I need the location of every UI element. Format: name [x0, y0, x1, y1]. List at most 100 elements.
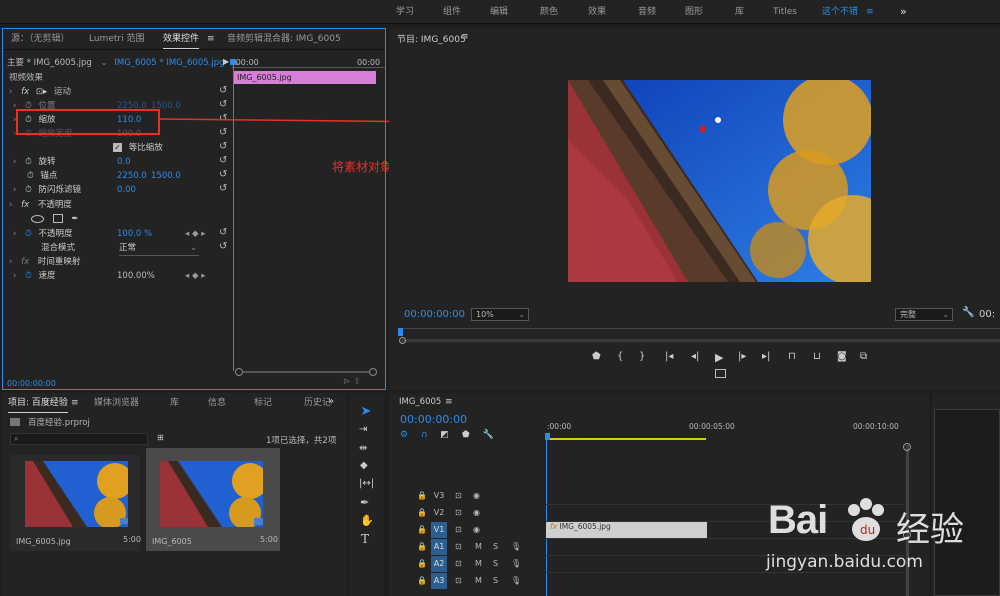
wrench-icon[interactable]: 🔧: [962, 307, 974, 318]
track-label[interactable]: A3: [431, 573, 447, 589]
anchor-x[interactable]: 2250.0: [117, 169, 147, 183]
effect-timecode[interactable]: 00:00:00:00: [7, 379, 56, 388]
reset-icon[interactable]: ↺: [219, 141, 227, 152]
anchor-y[interactable]: 1500.0: [151, 169, 181, 183]
rectangle-mask-icon[interactable]: [52, 214, 63, 223]
tab-info[interactable]: 信息: [208, 394, 226, 412]
compare-icon[interactable]: ⧉: [860, 351, 867, 362]
play-icon[interactable]: ▶: [715, 351, 723, 364]
tab-media-browser[interactable]: 媒体浏览器: [94, 394, 139, 412]
overflow-icon[interactable]: »: [328, 396, 334, 407]
track-label[interactable]: V2: [431, 505, 447, 521]
track-header-v1[interactable]: 🔒 V1 ⊡ ◉: [413, 522, 543, 538]
lock-icon[interactable]: 🔒: [417, 542, 427, 551]
lock-icon[interactable]: 🔒: [417, 491, 427, 500]
rotation-value[interactable]: 0.0: [117, 155, 131, 169]
eye-icon[interactable]: ◉: [473, 505, 480, 521]
solo-icon[interactable]: S: [493, 573, 498, 589]
go-to-out-icon[interactable]: ▸|: [762, 351, 770, 362]
reset-icon[interactable]: ↺: [219, 85, 227, 96]
lock-icon[interactable]: 🔒: [417, 508, 427, 517]
mute-icon[interactable]: M: [475, 539, 482, 555]
tab-effect-controls[interactable]: 效果控件: [163, 30, 200, 49]
workspace-editing[interactable]: 编辑: [490, 0, 508, 24]
stopwatch-icon[interactable]: ⏱: [27, 171, 34, 181]
razor-icon[interactable]: ◆: [360, 460, 368, 471]
uniform-scale-checkbox[interactable]: ✓: [113, 143, 122, 152]
microphone-icon[interactable]: 🎙: [511, 556, 521, 572]
type-tool-icon[interactable]: T: [361, 532, 369, 546]
workspace-libraries[interactable]: 库: [735, 0, 744, 24]
tab-libraries[interactable]: 库: [170, 394, 179, 412]
add-marker-icon[interactable]: ⬟: [462, 430, 470, 440]
solo-icon[interactable]: S: [493, 556, 498, 572]
slip-icon[interactable]: |↔|: [359, 478, 374, 489]
new-bin-icon[interactable]: ⊞: [157, 433, 164, 442]
ripple-edit-icon[interactable]: ⇹: [359, 443, 367, 454]
track-select-icon[interactable]: ⇥: [359, 424, 367, 435]
opacity-value[interactable]: 100.0 %: [117, 227, 152, 241]
playhead-handle[interactable]: [230, 59, 236, 65]
reset-icon[interactable]: ↺: [219, 155, 227, 166]
microphone-icon[interactable]: 🎙: [511, 539, 521, 555]
workspace-color[interactable]: 颜色: [540, 0, 558, 24]
zoom-select[interactable]: 10% ⌄: [471, 308, 529, 321]
fx-icon[interactable]: fx: [21, 87, 29, 97]
sync-lock-icon[interactable]: ⊡: [455, 556, 462, 572]
master-clip-label[interactable]: 主要 * IMG_6005.jpg: [7, 58, 92, 68]
microphone-icon[interactable]: 🎙: [511, 573, 521, 589]
tab-source[interactable]: 源：（无剪辑）: [11, 30, 70, 48]
tab-markers[interactable]: 标记: [254, 394, 272, 412]
sequence-clip-label[interactable]: IMG_6005 * IMG_6005.jpg: [114, 58, 224, 68]
program-zoom-bar[interactable]: [401, 339, 1000, 342]
quality-select[interactable]: 完整 ⌄: [895, 308, 953, 321]
work-area-bar[interactable]: [546, 438, 706, 440]
hand-tool-icon[interactable]: ✋: [360, 514, 374, 527]
mark-out-icon[interactable]: }: [639, 351, 645, 362]
pen-tool-icon[interactable]: ✒: [360, 496, 369, 509]
program-video-frame[interactable]: [568, 80, 871, 282]
project-search-input[interactable]: ⌕: [10, 433, 148, 445]
motion-row[interactable]: › fx ⊡▸ 运动: [9, 85, 229, 99]
speed-value[interactable]: 100.00%: [117, 269, 155, 283]
workspace-overflow-icon[interactable]: »: [900, 0, 907, 24]
filter-icon[interactable]: ⊳ ⇪: [343, 377, 361, 387]
solo-icon[interactable]: S: [493, 539, 498, 555]
stopwatch-icon[interactable]: ⏱: [25, 229, 32, 239]
uniform-scale-row[interactable]: ✓ 等比缩放: [113, 141, 163, 155]
timeline-tab[interactable]: IMG_6005: [399, 397, 441, 407]
track-label[interactable]: V3: [431, 488, 447, 504]
track-header-v2[interactable]: 🔒 V2 ⊡ ◉: [413, 505, 543, 521]
track-header-a3[interactable]: 🔒 A3 ⊡ M S 🎙: [413, 573, 543, 589]
panel-menu-icon[interactable]: ≡: [445, 397, 453, 407]
reset-icon[interactable]: ↺: [219, 169, 227, 180]
tab-history[interactable]: 历史记: [304, 394, 331, 412]
motion-transform-icon[interactable]: ⊡▸: [36, 87, 47, 97]
reset-icon[interactable]: ↺: [219, 99, 227, 110]
snap-icon[interactable]: ⚙: [400, 430, 408, 440]
workspace-audio[interactable]: 音频: [638, 0, 656, 24]
pen-mask-icon[interactable]: ✒: [71, 214, 78, 224]
scroll-handle[interactable]: [903, 443, 911, 451]
chevron-down-icon[interactable]: ⌄: [101, 58, 108, 68]
opacity-section-row[interactable]: › fx 不透明度: [9, 198, 229, 212]
marker-icon[interactable]: ⬟: [592, 351, 601, 362]
sync-lock-icon[interactable]: ⊡: [455, 573, 462, 589]
track-header-a2[interactable]: 🔒 A2 ⊡ M S 🎙: [413, 556, 543, 572]
ellipse-mask-icon[interactable]: [31, 214, 44, 223]
timeline-playhead-handle[interactable]: [545, 433, 550, 440]
program-timecode[interactable]: 00:00:00:00: [404, 309, 465, 320]
effect-playhead[interactable]: [233, 61, 234, 371]
step-forward-icon[interactable]: |▸: [738, 351, 746, 362]
zoom-handle[interactable]: [399, 337, 406, 344]
reset-icon[interactable]: ↺: [219, 227, 227, 238]
tab-lumetri-scopes[interactable]: Lumetri 范围: [89, 30, 144, 48]
stopwatch-icon[interactable]: ⏱: [25, 271, 32, 281]
go-to-in-icon[interactable]: |◂: [665, 351, 673, 362]
safe-margins-icon[interactable]: [715, 369, 726, 378]
lock-icon[interactable]: 🔒: [417, 576, 427, 585]
tab-menu-icon[interactable]: ≡: [207, 30, 215, 48]
selection-tool-icon[interactable]: ➤: [357, 404, 375, 422]
time-remap-row[interactable]: › fx 时间重映射: [9, 255, 229, 269]
workspace-graphics[interactable]: 图形: [685, 0, 703, 24]
